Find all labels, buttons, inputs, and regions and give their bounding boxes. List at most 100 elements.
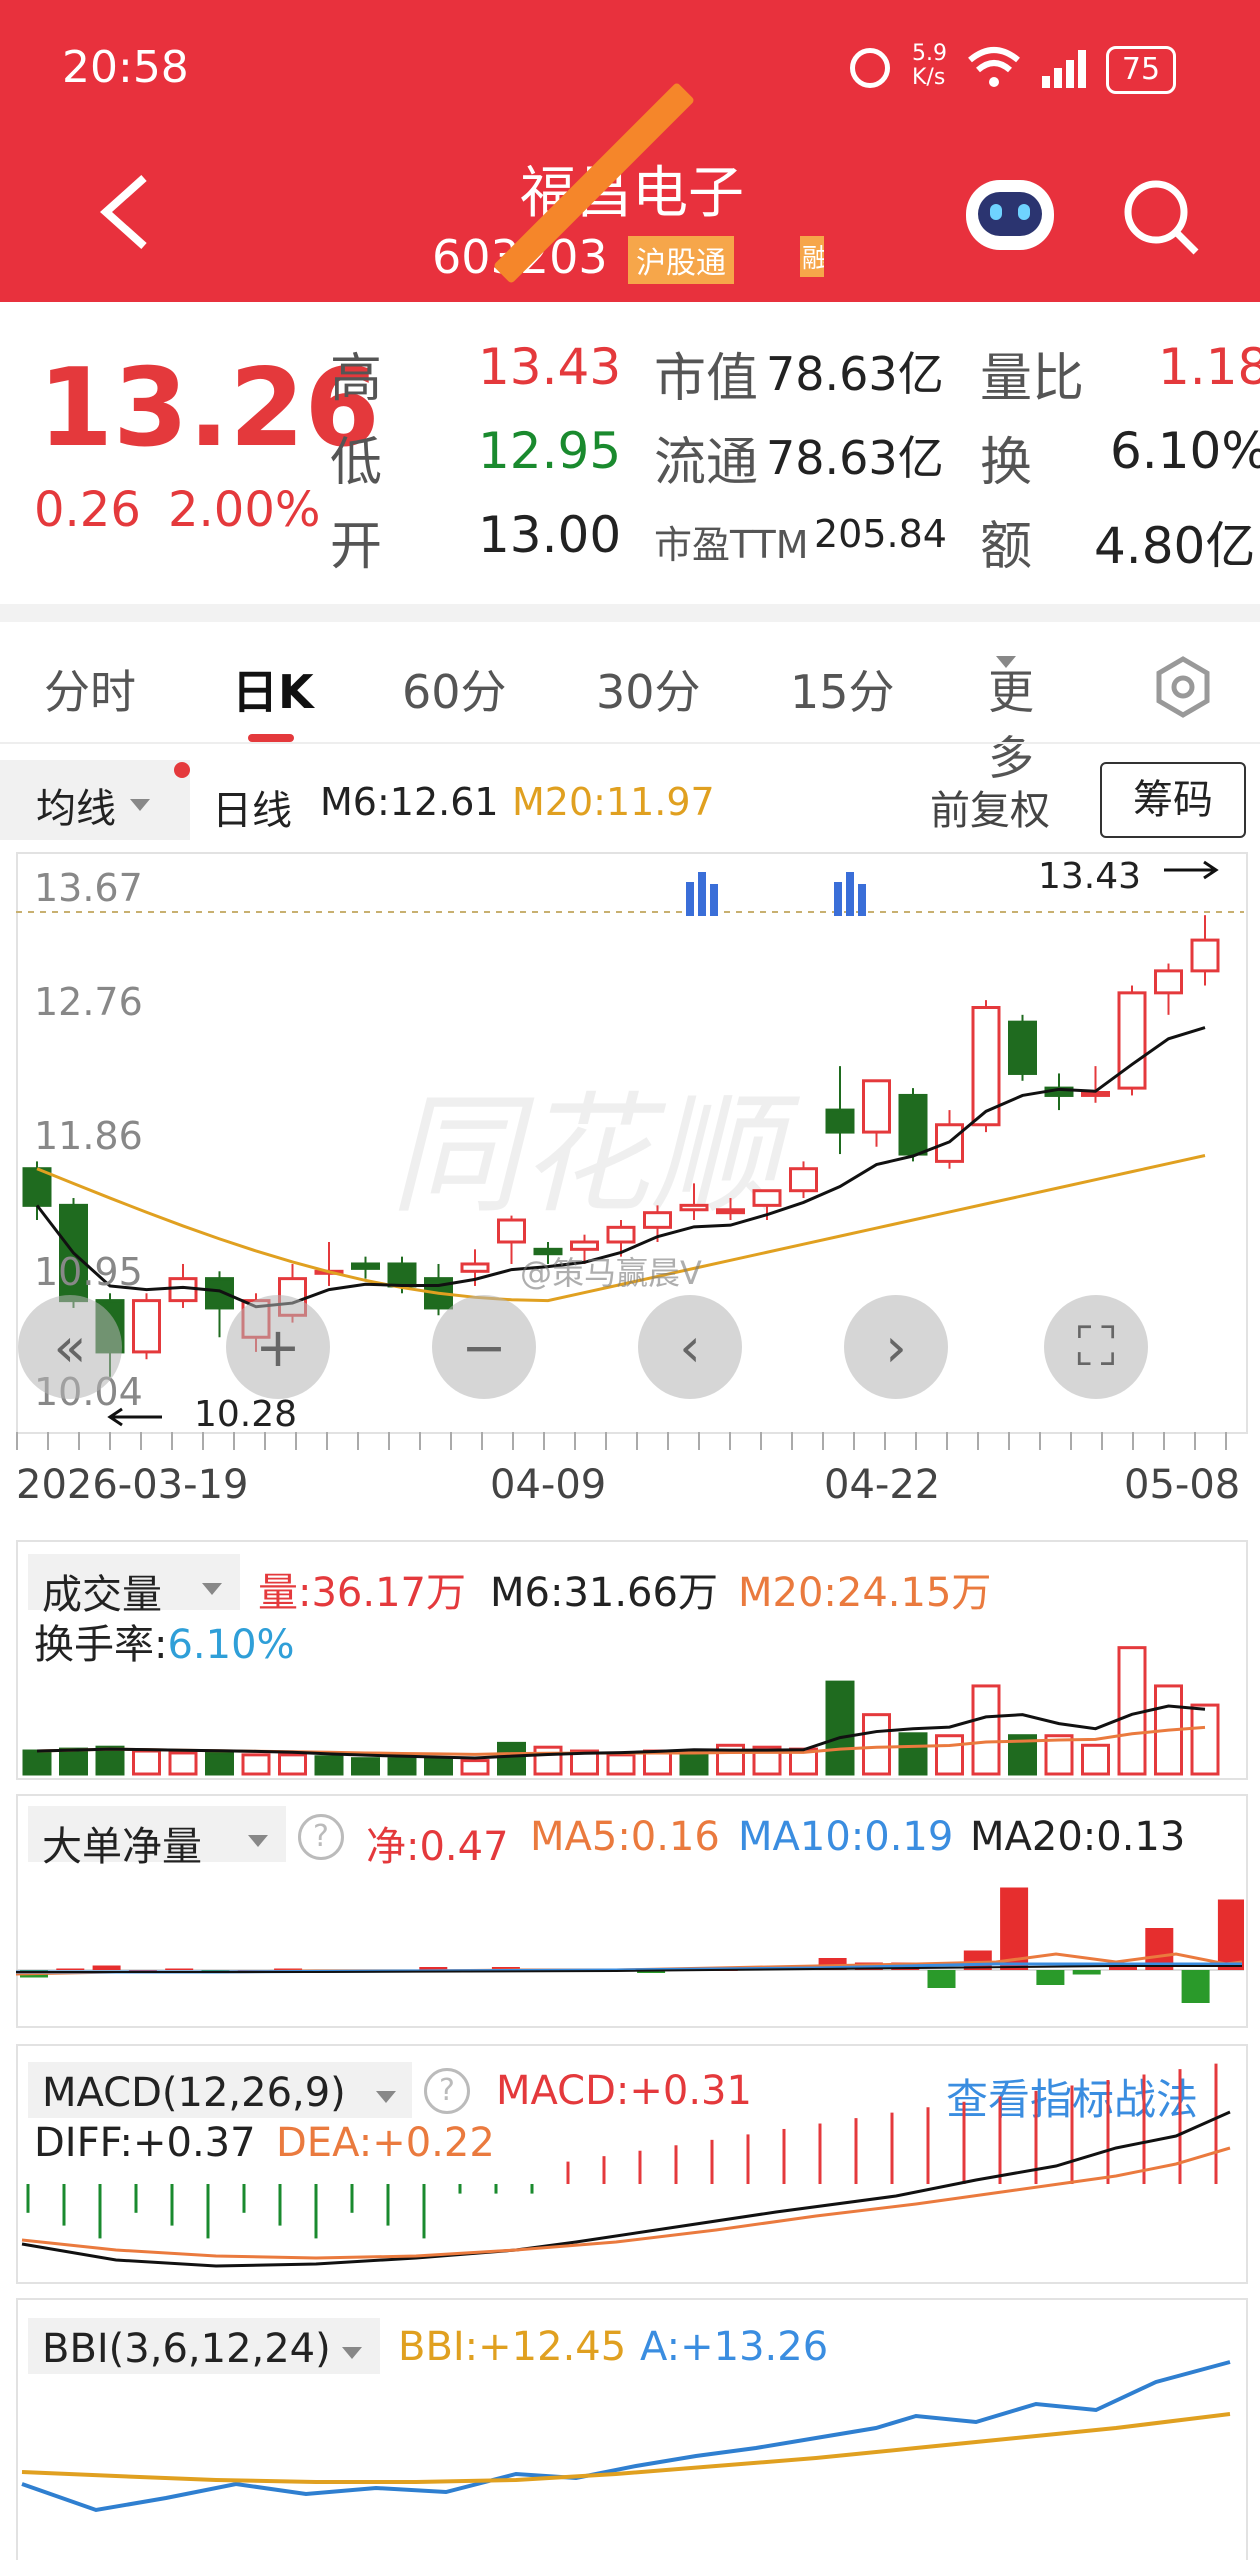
volume-bar [95,1745,125,1776]
volume-bar [533,1745,563,1776]
ma6-value: M6:12.61 [320,780,499,824]
robot-assistant-icon[interactable] [966,180,1054,250]
volume-bar [971,1684,1001,1776]
period-tabs: 分时 日K 60分 30分 15分 更多 [0,622,1260,785]
high-label: 高 [330,349,383,409]
settings-gear-icon[interactable] [1152,656,1214,718]
new-dot-badge [174,762,190,778]
ma20-value: M20:11.97 [512,780,715,824]
candle [825,1066,855,1155]
net-speed: 5.9 K/s [912,41,947,90]
volume-bar [22,1749,52,1776]
status-time: 20:58 [62,42,189,93]
search-icon[interactable] [1122,178,1202,258]
bigorder-bar [92,1965,121,1970]
prev-button[interactable]: ‹ [638,1295,742,1399]
adjust-button[interactable]: 前复权 [930,778,1050,836]
volume-bar [205,1751,234,1776]
bigorder-bar [56,1968,85,1970]
open-value: 13.00 [478,506,622,564]
volume-bar [825,1680,855,1776]
low-marker-label: 10.28 [194,1394,298,1435]
volume-bar [898,1732,928,1776]
bigorder-bar [1109,1967,1137,1970]
turnover-label: 换 [980,433,1033,493]
high-value: 13.43 [478,338,622,396]
x-label-3: 05-08 [1124,1462,1241,1508]
app-header: 20:58 5.9K/s 75 福昌电子 603203 沪股通 融 [0,0,1260,302]
macd-chart [21,2063,1231,2268]
volume-bar [1190,1703,1220,1776]
volume-bar [168,1751,198,1776]
candle [716,1198,745,1221]
low-value: 12.95 [478,422,622,480]
float-cap-value: 78.63亿 [766,431,944,485]
candle [351,1256,380,1279]
y-label-2: 11.86 [34,1114,143,1158]
volume-bar [497,1741,526,1776]
x-label-0: 2026-03-19 [16,1462,249,1508]
x-label-2: 04-22 [824,1462,941,1508]
bbi-line [21,2412,1231,2484]
bigorder-bar [1181,1970,1210,2003]
rewind-button[interactable]: « [18,1295,122,1399]
volume-bar [679,1749,709,1776]
ma-selector[interactable]: 均线 [0,760,190,840]
candle [314,1241,344,1286]
tab-60min[interactable]: 60分 [402,656,507,722]
zoom-in-button[interactable]: + [226,1295,330,1399]
bbi-chart [21,2360,1231,2513]
volume-bar [606,1753,636,1776]
candle [935,1110,964,1169]
bigorder-bar [1072,1970,1101,1975]
dea-line [21,2146,1231,2260]
volume-chart [22,1646,1220,1776]
tab-intraday[interactable]: 分时 [44,656,136,722]
margin-badge: 融 [800,236,824,277]
price-change: 0.26 [34,482,141,538]
tab-15min[interactable]: 15分 [790,656,895,722]
divider [0,604,1260,622]
volume-bar [278,1753,307,1776]
vol-ratio-label: 量比 [980,349,1085,409]
volume-bar [460,1759,490,1776]
active-tab-indicator [248,734,294,742]
candle [1154,963,1183,1015]
weibo-watermark: @策马赢晨V [520,1254,702,1292]
tab-30min[interactable]: 30分 [596,656,701,722]
price-change-pct: 2.00% [168,482,321,538]
volume-bar [387,1757,417,1776]
current-price: 13.26 [38,346,380,471]
y-label-3: 10.95 [34,1250,143,1294]
tab-daily-k[interactable]: 日K [232,656,314,722]
bigorder-bar [165,1968,194,1970]
bigorder-chart [16,1887,1244,2003]
volume-bar [314,1755,344,1776]
candle [898,1088,928,1162]
back-icon[interactable] [96,172,156,252]
battery-icon: 75 [1106,46,1176,94]
volume-bar [935,1734,964,1776]
next-button[interactable]: › [844,1295,948,1399]
wifi-icon [968,47,1020,87]
zoom-out-button[interactable]: − [432,1295,536,1399]
mktcap-value: 78.63亿 [766,347,944,401]
bar-chart-icon [686,872,866,916]
mktcap-label: 市值 [654,349,759,409]
volume-bar [241,1753,271,1776]
volume-bar [1081,1743,1110,1776]
amount-value: 4.80亿 [1094,517,1256,575]
x-label-1: 04-09 [490,1462,607,1508]
candle [1117,985,1147,1096]
amount-label: 额 [980,517,1033,577]
y-label-0: 13.67 [34,866,143,910]
pe-value: 205.84 [814,512,947,556]
low-label: 低 [330,433,383,493]
fullscreen-button[interactable]: ⛶ [1044,1295,1148,1399]
turnover-value: 6.10% [1110,422,1260,480]
bigorder-bar [1217,1899,1244,1970]
bigorder-bar [1036,1970,1065,1985]
chips-button[interactable]: 筹码 [1100,762,1246,838]
signal-icon [1042,50,1086,88]
x-axis-ticks [16,1432,1244,1450]
